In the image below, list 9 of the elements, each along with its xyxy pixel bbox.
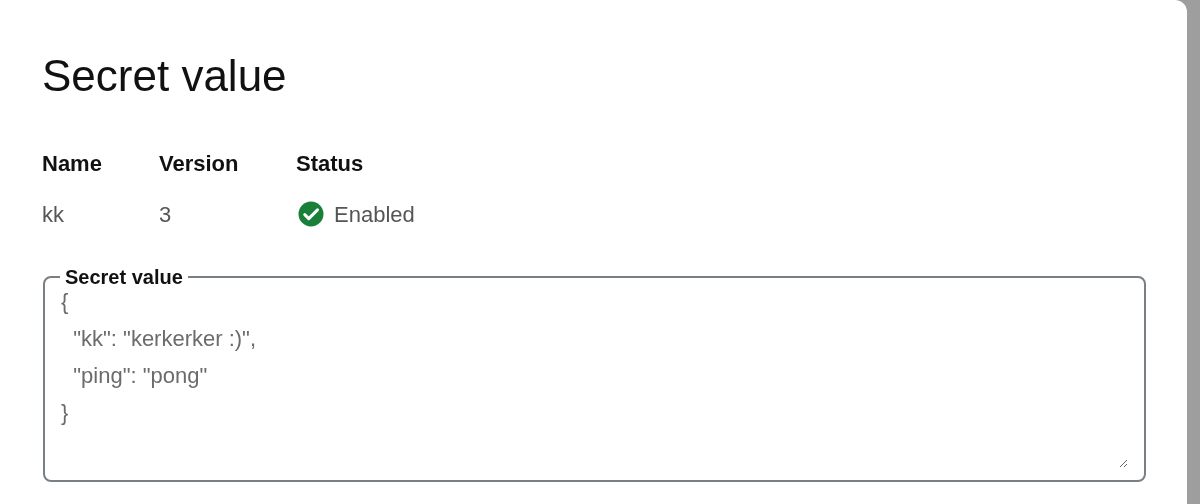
column-header: Version (159, 149, 240, 178)
column-header: Status (296, 149, 365, 178)
status-value: Enabled (334, 200, 415, 229)
secret-value-field[interactable]: Secret value { "kk": "kerkerker :)", "ping": "pong" } (43, 266, 1146, 482)
field-label: Secret value (64, 266, 184, 287)
name-value: kk (42, 200, 65, 229)
column-header: Name (42, 149, 103, 178)
version-value: 3 (159, 200, 173, 229)
dialog-title: Secret value (42, 50, 288, 102)
